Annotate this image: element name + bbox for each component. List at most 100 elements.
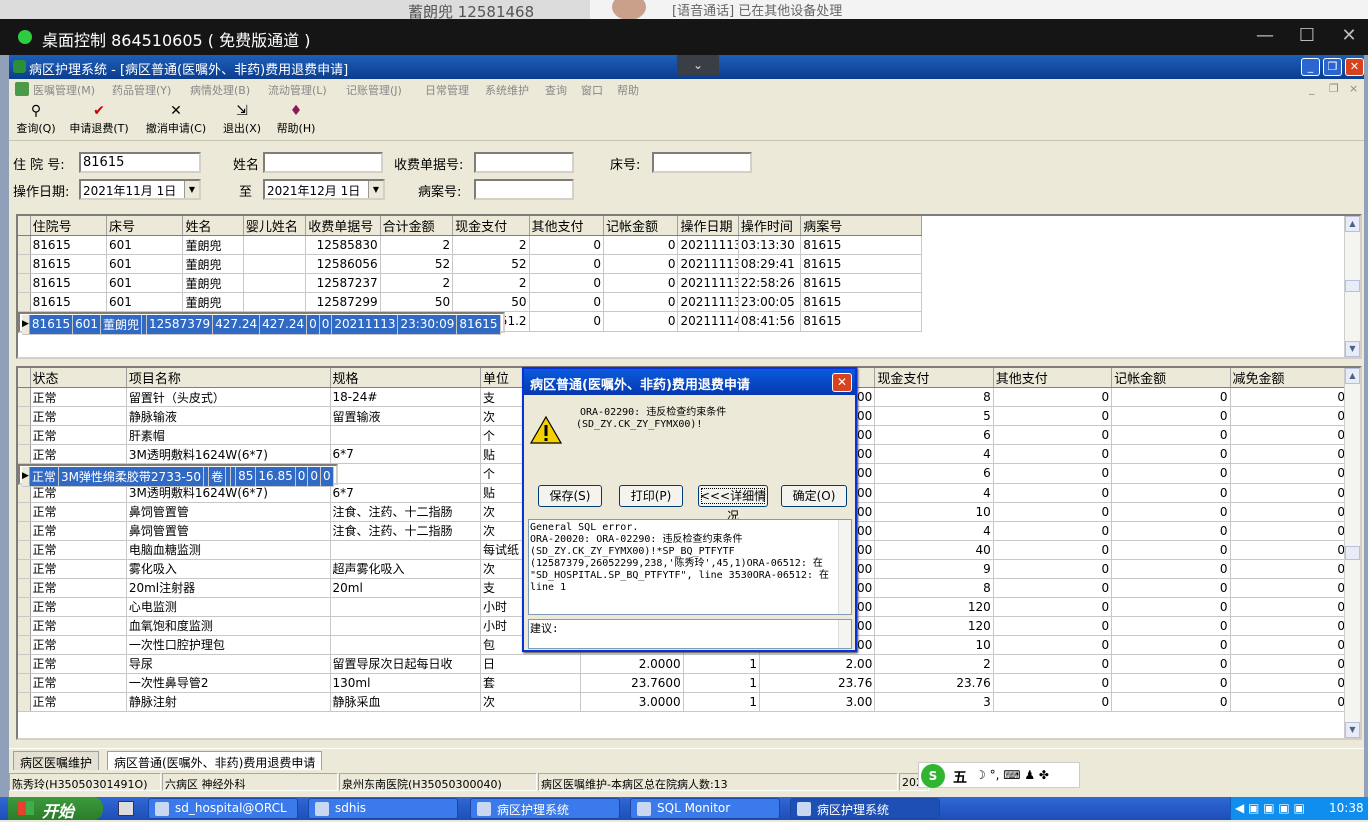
table-row[interactable]: ▶ 81615 601 董朗兜 12587379 427.24 427.24 0 0 202111… xyxy=(18,312,505,335)
tray-icons[interactable]: ◀ ▣ ▣ ▣ ▣ xyxy=(1235,801,1305,815)
mdi-minimize-button[interactable]: _ xyxy=(1309,82,1315,95)
status-user: 陈秀玲(H35050301491O) xyxy=(9,773,161,791)
column-header[interactable]: 记帐金额 xyxy=(1111,368,1231,388)
grid-scrollbar[interactable]: ▲ ▼ xyxy=(1344,216,1360,357)
ok-button[interactable]: 确定(O) xyxy=(781,485,847,507)
column-header[interactable]: 婴儿姓名 xyxy=(243,216,307,236)
taskbar-item[interactable]: 病区护理系统 xyxy=(790,798,940,819)
date-from-picker[interactable]: 2021年11月 1日 ▼ xyxy=(79,179,201,200)
column-header[interactable]: 收费单据号 xyxy=(305,216,381,236)
tab-order-maintenance[interactable]: 病区医嘱维护 xyxy=(13,751,100,770)
print-button[interactable]: 打印(P) xyxy=(619,485,683,507)
column-header[interactable]: 状态 xyxy=(30,368,127,388)
memo-scrollbar[interactable] xyxy=(838,520,851,614)
bed-no-input[interactable] xyxy=(652,152,752,173)
receipt-no-input[interactable] xyxy=(474,152,574,173)
column-header[interactable]: 操作日期 xyxy=(677,216,739,236)
column-header[interactable]: 床号 xyxy=(106,216,184,236)
scroll-down-icon[interactable]: ▼ xyxy=(1345,341,1360,357)
remote-close-button[interactable]: ✕ xyxy=(1334,25,1364,46)
column-header[interactable]: 项目名称 xyxy=(126,368,331,388)
taskbar-item[interactable]: SQL Monitor xyxy=(630,798,780,819)
scroll-up-icon[interactable]: ▲ xyxy=(1345,216,1360,232)
help-button[interactable]: ♦ 帮助(H) xyxy=(273,103,319,136)
ime-mode-label[interactable]: 五 xyxy=(953,767,967,787)
table-row[interactable]: 正常 导尿 留置导尿次日起每日收日 2.0000 1 2.00 2 0 0 0 xyxy=(18,654,1348,674)
column-header[interactable]: 操作时间 xyxy=(738,216,802,236)
details-button[interactable]: <<<详细情况 xyxy=(698,485,768,523)
column-header[interactable]: 现金支付 xyxy=(874,368,994,388)
case-no-input[interactable] xyxy=(474,179,574,200)
table-row[interactable]: ▶ 正常 3M弹性绵柔胶带2733-50 卷 85 16.85 0 0 0 xyxy=(18,464,338,487)
column-header[interactable]: 住院号 xyxy=(30,216,108,236)
table-cell: 0 xyxy=(1230,578,1348,598)
column-header[interactable]: 病案号 xyxy=(800,216,922,236)
column-header[interactable]: 现金支付 xyxy=(452,216,530,236)
scroll-down-icon[interactable]: ▼ xyxy=(1345,722,1360,738)
apply-refund-button[interactable]: ✔ 申请退费(T) xyxy=(65,103,133,136)
chevron-down-icon[interactable]: ▼ xyxy=(368,181,383,198)
column-header[interactable]: 其他支付 xyxy=(993,368,1113,388)
app-minimize-button[interactable]: _ xyxy=(1301,58,1320,76)
memo-scrollbar[interactable] xyxy=(838,620,851,648)
date-to-picker[interactable]: 2021年12月 1日 ▼ xyxy=(263,179,385,200)
column-header[interactable]: 其他支付 xyxy=(529,216,605,236)
table-row[interactable]: 81615 601 董朗兜 12587299 50 50 0 0 20211113 23:00:0… xyxy=(18,292,922,312)
menu-orders[interactable]: 医嘱管理(M) xyxy=(33,82,95,98)
error-detail-memo[interactable]: General SQL error. ORA-20020: ORA-02290:… xyxy=(528,519,852,615)
scroll-thumb[interactable] xyxy=(1345,280,1360,292)
app-close-button[interactable]: ✕ xyxy=(1345,58,1364,76)
ime-toolbar[interactable]: S 五 ☽ °, ⌨ ♟ ✤ xyxy=(918,762,1080,788)
tab-refund-apply[interactable]: 病区普通(医嘱外、非药)费用退费申请 xyxy=(107,751,323,770)
error-message-line1: ORA-02290: 违反检查约束条件 xyxy=(580,407,727,418)
table-cell: 20211113 xyxy=(677,235,739,255)
cancel-apply-button[interactable]: ✕ 撤消申请(C) xyxy=(141,103,211,136)
taskbar-item[interactable]: sdhis xyxy=(308,798,458,819)
menu-flow[interactable]: 流动管理(L) xyxy=(268,82,327,98)
column-header[interactable]: 规格 xyxy=(330,368,482,388)
table-row[interactable]: 正常 静脉注射 静脉采血次 3.0000 1 3.00 3 0 0 0 xyxy=(18,692,1348,712)
table-cell: 正常 xyxy=(30,406,127,426)
column-header[interactable]: 记帐金额 xyxy=(603,216,679,236)
chevron-down-icon[interactable]: ▼ xyxy=(184,181,199,198)
mdi-close-button[interactable]: × xyxy=(1349,82,1358,95)
remote-maximize-button[interactable]: ☐ xyxy=(1292,25,1322,46)
table-cell xyxy=(330,635,482,655)
dialog-close-button[interactable]: ✕ xyxy=(832,373,852,392)
column-header[interactable]: 姓名 xyxy=(182,216,244,236)
remote-minimize-button[interactable]: — xyxy=(1250,25,1280,46)
menu-drugs[interactable]: 药品管理(Y) xyxy=(112,82,171,98)
ime-tool-icons[interactable]: ☽ °, ⌨ ♟ ✤ xyxy=(975,768,1049,782)
menu-query[interactable]: 查询 xyxy=(545,82,567,98)
taskbar-item[interactable]: 病区护理系统 xyxy=(470,798,620,819)
column-header[interactable]: 合计金额 xyxy=(380,216,454,236)
exit-button[interactable]: ⇲ 退出(X) xyxy=(219,103,265,136)
remote-dropdown-button[interactable]: ⌄ xyxy=(677,55,719,75)
app-restore-button[interactable]: ❐ xyxy=(1323,58,1342,76)
scroll-up-icon[interactable]: ▲ xyxy=(1345,368,1360,384)
start-button[interactable]: 开始 xyxy=(8,797,103,821)
table-row[interactable]: 81615 601 董朗兜 12587237 2 2 0 0 20211113 22:58:26 8… xyxy=(18,273,922,293)
table-row[interactable]: 正常 一次性鼻导管2 130ml 套 23.7600 1 23.76 23.76 0 0 0 xyxy=(18,673,1348,693)
table-cell: 正常 xyxy=(30,654,127,674)
grid-scrollbar[interactable]: ▲ ▼ xyxy=(1344,368,1360,738)
show-desktop-icon[interactable] xyxy=(118,801,134,816)
menu-help[interactable]: 帮助 xyxy=(617,82,639,98)
table-row[interactable]: 81615 601 董朗兜 12586056 52 52 0 0 20211113 08:29:4… xyxy=(18,254,922,274)
menu-billing[interactable]: 记账管理(J) xyxy=(346,82,402,98)
taskbar-item[interactable]: sd_hospital@ORCL xyxy=(148,798,298,819)
advice-memo[interactable]: 建议: xyxy=(528,619,852,649)
column-header[interactable]: 减免金额 xyxy=(1230,368,1348,388)
menu-window[interactable]: 窗口 xyxy=(581,82,603,98)
query-button[interactable]: ⚲ 查询(Q) xyxy=(13,103,59,136)
inpatient-no-input[interactable]: 81615 xyxy=(79,152,201,173)
menu-daily[interactable]: 日常管理 xyxy=(425,82,469,98)
table-row[interactable]: 81615 601 董朗兜 12585830 2 2 0 0 20211113 03:13:30 8… xyxy=(18,235,922,255)
mdi-restore-button[interactable]: ❐ xyxy=(1329,82,1339,95)
menu-system[interactable]: 系统维护 xyxy=(485,82,529,98)
table-cell: 0 xyxy=(993,387,1113,407)
save-button[interactable]: 保存(S) xyxy=(538,485,602,507)
menu-condition[interactable]: 病情处理(B) xyxy=(190,82,250,98)
scroll-thumb[interactable] xyxy=(1345,546,1360,560)
name-input[interactable] xyxy=(263,152,383,173)
